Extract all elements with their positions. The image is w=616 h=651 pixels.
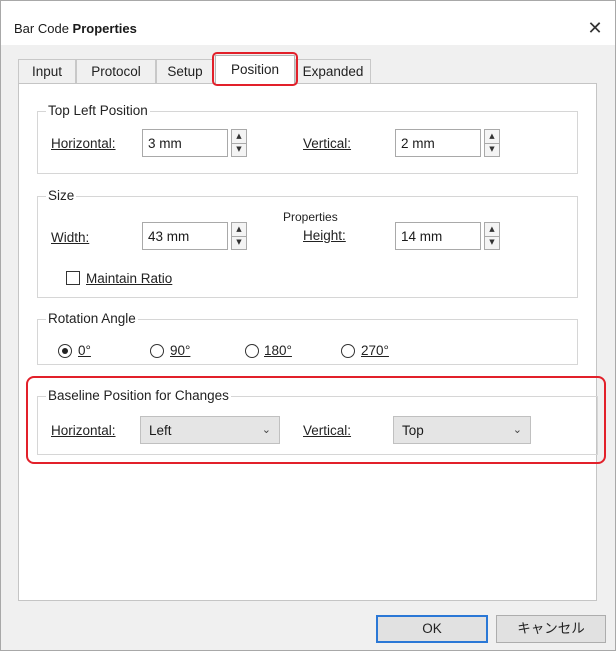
group-legend: Size [46, 188, 77, 203]
rotation-angle-group: Rotation Angle [37, 311, 578, 365]
group-legend: Top Left Position [46, 103, 150, 118]
group-legend: Rotation Angle [46, 311, 138, 326]
dialog-title: Bar Code Properties [14, 21, 137, 36]
spinner-buttons[interactable]: ▲ ▼ [231, 129, 247, 157]
spinner-value: 14 mm [401, 229, 443, 244]
tab-label: Expanded [302, 64, 364, 79]
width-spinner[interactable]: 43 mm ▲ ▼ [142, 222, 247, 250]
spin-up-icon[interactable]: ▲ [485, 130, 499, 144]
spinner-buttons[interactable]: ▲ ▼ [484, 222, 500, 250]
tab-label: Setup [167, 64, 203, 79]
rotation-radio-270[interactable] [341, 344, 355, 358]
spin-down-icon[interactable]: ▼ [232, 143, 246, 156]
cancel-button[interactable]: キャンセル [496, 615, 606, 643]
rotation-radio-0[interactable] [58, 344, 72, 358]
top-left-horizontal-spinner[interactable]: 3 mm ▲ ▼ [142, 129, 247, 157]
spin-down-icon[interactable]: ▼ [232, 236, 246, 249]
position-tab-highlight [212, 52, 298, 86]
spinner-buttons[interactable]: ▲ ▼ [484, 129, 500, 157]
top-left-vertical-spinner[interactable]: 2 mm ▲ ▼ [395, 129, 500, 157]
close-button[interactable]: ✕ [583, 17, 607, 41]
rotation-radio-90[interactable] [150, 344, 164, 358]
top-left-horizontal-label: Horizontal: [51, 136, 116, 151]
spin-up-icon[interactable]: ▲ [485, 223, 499, 237]
title-prefix: Bar Code [14, 21, 69, 36]
tab-setup[interactable]: Setup [156, 59, 214, 83]
rotation-radio-180[interactable] [245, 344, 259, 358]
height-spinner[interactable]: 14 mm ▲ ▼ [395, 222, 500, 250]
maintain-ratio-checkbox[interactable] [66, 271, 80, 285]
tab-label: Protocol [91, 64, 141, 79]
spinner-value: 3 mm [148, 136, 182, 151]
spinner-value: 2 mm [401, 136, 435, 151]
title-bold: Properties [72, 21, 137, 36]
title-bar: Bar Code Properties ✕ [1, 1, 615, 45]
spin-up-icon[interactable]: ▲ [232, 223, 246, 237]
spinner-value: 43 mm [148, 229, 190, 244]
spin-up-icon[interactable]: ▲ [232, 130, 246, 144]
spinner-buttons[interactable]: ▲ ▼ [231, 222, 247, 250]
tab-input[interactable]: Input [18, 59, 76, 83]
rotation-label-0[interactable]: 0° [78, 343, 91, 358]
rotation-label-180[interactable]: 180° [264, 343, 292, 358]
spin-down-icon[interactable]: ▼ [485, 143, 499, 156]
maintain-ratio-label[interactable]: Maintain Ratio [86, 271, 172, 286]
close-icon: ✕ [587, 18, 603, 39]
ok-button[interactable]: OK [376, 615, 488, 643]
top-left-vertical-label: Vertical: [303, 136, 352, 151]
spin-down-icon[interactable]: ▼ [485, 236, 499, 249]
tab-expanded[interactable]: Expanded [295, 59, 371, 83]
baseline-highlight [26, 376, 606, 464]
height-label: Height: [303, 228, 346, 243]
width-label: Width: [51, 230, 90, 245]
rotation-label-270[interactable]: 270° [361, 343, 389, 358]
rotation-label-90[interactable]: 90° [170, 343, 190, 358]
properties-label: Properties [283, 210, 338, 224]
tab-protocol[interactable]: Protocol [76, 59, 156, 83]
tab-label: Input [31, 64, 63, 79]
